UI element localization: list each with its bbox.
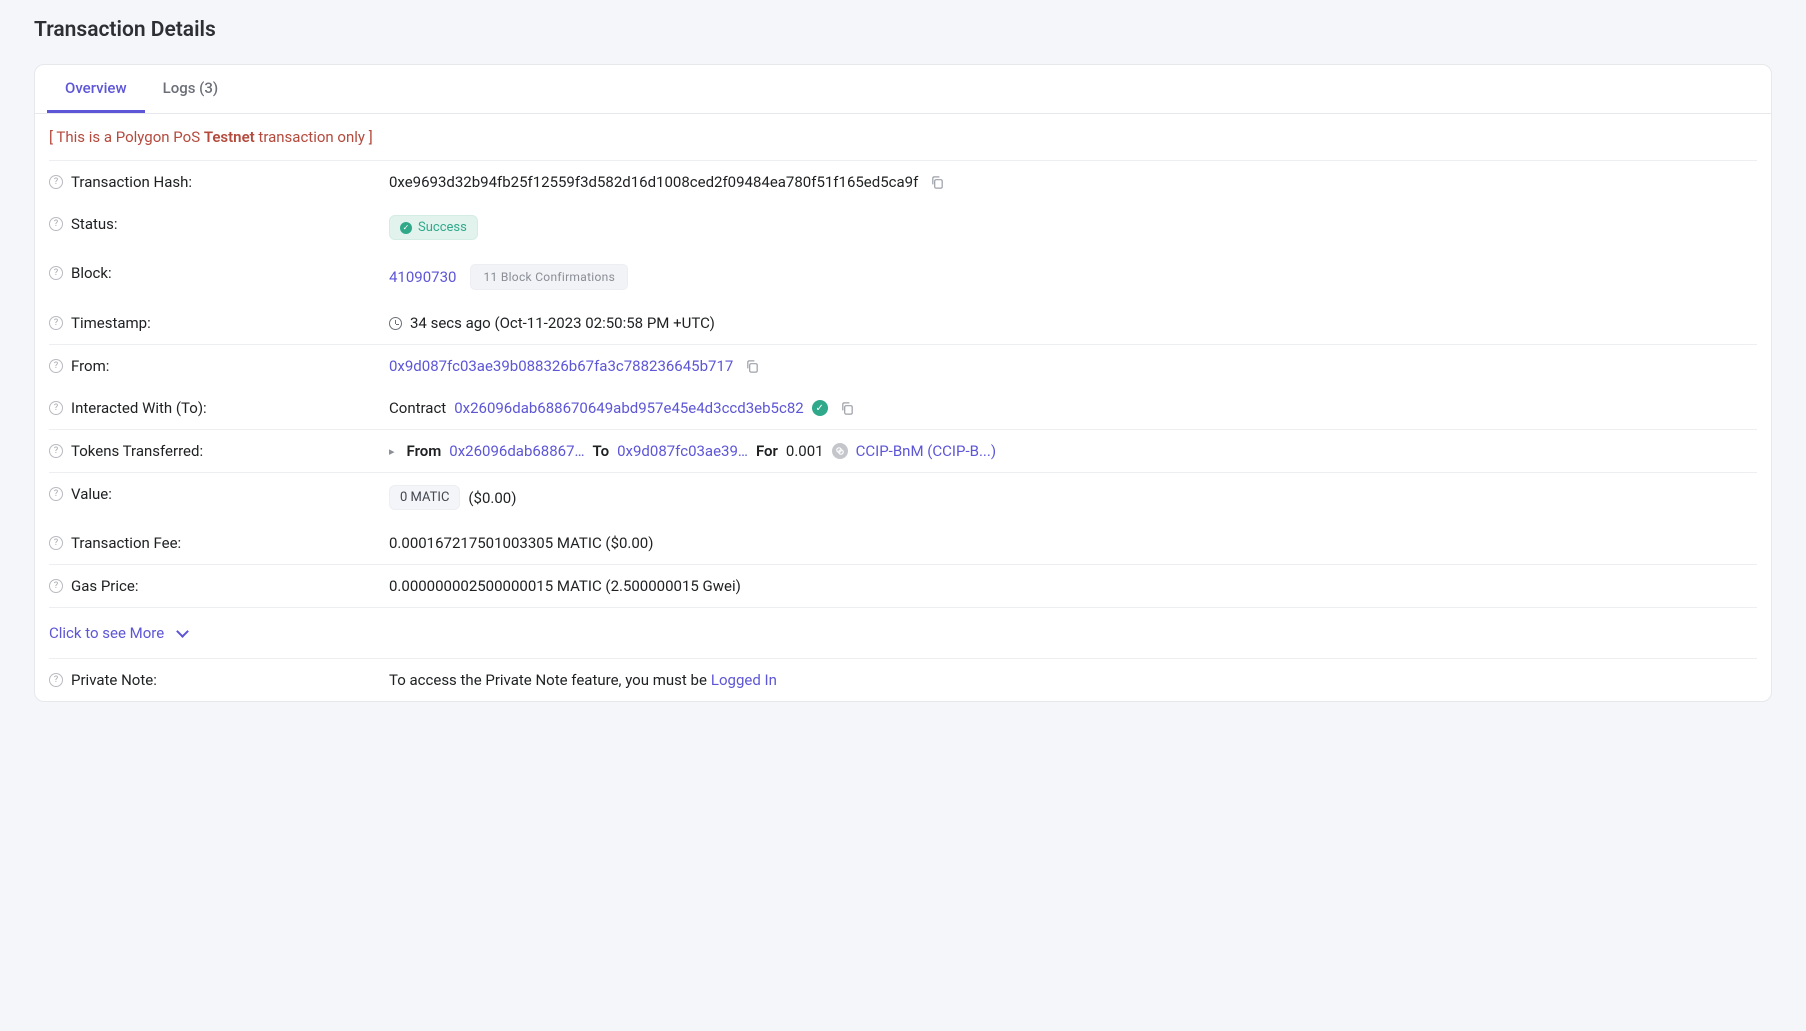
label-block: Block: — [71, 264, 112, 282]
logged-in-link[interactable]: Logged In — [711, 671, 777, 689]
value-usd: ($0.00) — [468, 489, 516, 507]
status-badge: ✓ Success — [389, 215, 478, 240]
help-icon[interactable]: ? — [49, 175, 63, 189]
token-link[interactable]: CCIP-BnM (CCIP-B...) — [856, 442, 996, 460]
row-fee: ? Transaction Fee: 0.000167217501003305 … — [35, 522, 1771, 564]
label-gas: Gas Price: — [71, 577, 138, 595]
label-fee: Transaction Fee: — [71, 534, 181, 552]
label-private-note: Private Note: — [71, 671, 157, 689]
details-card: Overview Logs (3) [ This is a Polygon Po… — [34, 64, 1772, 702]
confirmations-badge: 11 Block Confirmations — [470, 264, 628, 290]
help-icon[interactable]: ? — [49, 487, 63, 501]
transfer-to-label: To — [593, 442, 610, 460]
notice-bold: Testnet — [204, 128, 255, 146]
help-icon[interactable]: ? — [49, 536, 63, 550]
transfer-to-link[interactable]: 0x9d087fc03ae39… — [617, 442, 748, 460]
fee-text: 0.000167217501003305 MATIC ($0.00) — [389, 534, 653, 552]
help-icon[interactable]: ? — [49, 217, 63, 231]
help-icon[interactable]: ? — [49, 673, 63, 687]
row-value: ? Value: 0 MATIC ($0.00) — [35, 473, 1771, 522]
label-value: Value: — [71, 485, 112, 503]
see-more-label: Click to see More — [49, 624, 164, 642]
help-icon[interactable]: ? — [49, 579, 63, 593]
to-prefix: Contract — [389, 399, 446, 417]
label-from: From: — [71, 357, 109, 375]
row-block: ? Block: 41090730 11 Block Confirmations — [35, 252, 1771, 302]
page-title: Transaction Details — [34, 18, 1772, 42]
row-timestamp: ? Timestamp: 34 secs ago (Oct-11-2023 02… — [35, 302, 1771, 344]
copy-icon[interactable] — [930, 175, 945, 190]
row-to: ? Interacted With (To): Contract 0x26096… — [35, 387, 1771, 429]
status-text: Success — [418, 220, 467, 235]
row-status: ? Status: ✓ Success — [35, 203, 1771, 252]
tabs: Overview Logs (3) — [35, 65, 1771, 114]
help-icon[interactable]: ? — [49, 359, 63, 373]
row-gas: ? Gas Price: 0.000000002500000015 MATIC … — [35, 565, 1771, 607]
value-badge: 0 MATIC — [389, 485, 460, 510]
copy-icon[interactable] — [840, 401, 855, 416]
help-icon[interactable]: ? — [49, 266, 63, 280]
testnet-notice: [ This is a Polygon PoS Testnet transact… — [35, 114, 1771, 160]
clock-icon — [389, 317, 402, 330]
caret-right-icon: ▸ — [389, 445, 395, 458]
private-note-text: To access the Private Note feature, you … — [389, 671, 707, 689]
verified-check-icon: ✓ — [812, 400, 828, 416]
help-icon[interactable]: ? — [49, 401, 63, 415]
chevron-down-icon — [176, 625, 189, 638]
label-to: Interacted With (To): — [71, 399, 207, 417]
see-more-button[interactable]: Click to see More — [35, 608, 1771, 658]
notice-prefix: [ This is a Polygon PoS — [49, 128, 204, 146]
help-icon[interactable]: ? — [49, 444, 63, 458]
to-address-link[interactable]: 0x26096dab688670649abd957e45e4d3ccd3eb5c… — [454, 399, 803, 417]
help-icon[interactable]: ? — [49, 316, 63, 330]
row-tokens: ? Tokens Transferred: ▸ From 0x26096dab6… — [35, 430, 1771, 472]
token-icon — [832, 443, 848, 459]
tab-logs[interactable]: Logs (3) — [145, 65, 237, 113]
label-tokens: Tokens Transferred: — [71, 442, 203, 460]
label-timestamp: Timestamp: — [71, 314, 151, 332]
timestamp-text: 34 secs ago (Oct-11-2023 02:50:58 PM +UT… — [410, 314, 715, 332]
copy-icon[interactable] — [745, 359, 760, 374]
check-circle-icon: ✓ — [400, 222, 412, 234]
from-address-link[interactable]: 0x9d087fc03ae39b088326b67fa3c788236645b7… — [389, 357, 733, 375]
label-status: Status: — [71, 215, 118, 233]
tab-overview[interactable]: Overview — [47, 65, 145, 113]
row-private-note: ? Private Note: To access the Private No… — [35, 659, 1771, 701]
row-hash: ? Transaction Hash: 0xe9693d32b94fb25f12… — [35, 161, 1771, 203]
transfer-amount: 0.001 — [786, 442, 824, 460]
transfer-from-link[interactable]: 0x26096dab68867… — [449, 442, 584, 460]
label-hash: Transaction Hash: — [71, 173, 192, 191]
tx-hash: 0xe9693d32b94fb25f12559f3d582d16d1008ced… — [389, 173, 918, 191]
row-from: ? From: 0x9d087fc03ae39b088326b67fa3c788… — [35, 345, 1771, 387]
block-link[interactable]: 41090730 — [389, 268, 456, 286]
transfer-from-label: From — [407, 442, 442, 460]
notice-suffix: transaction only ] — [255, 128, 373, 146]
gas-text: 0.000000002500000015 MATIC (2.500000015 … — [389, 577, 741, 595]
transfer-for-label: For — [756, 442, 778, 460]
